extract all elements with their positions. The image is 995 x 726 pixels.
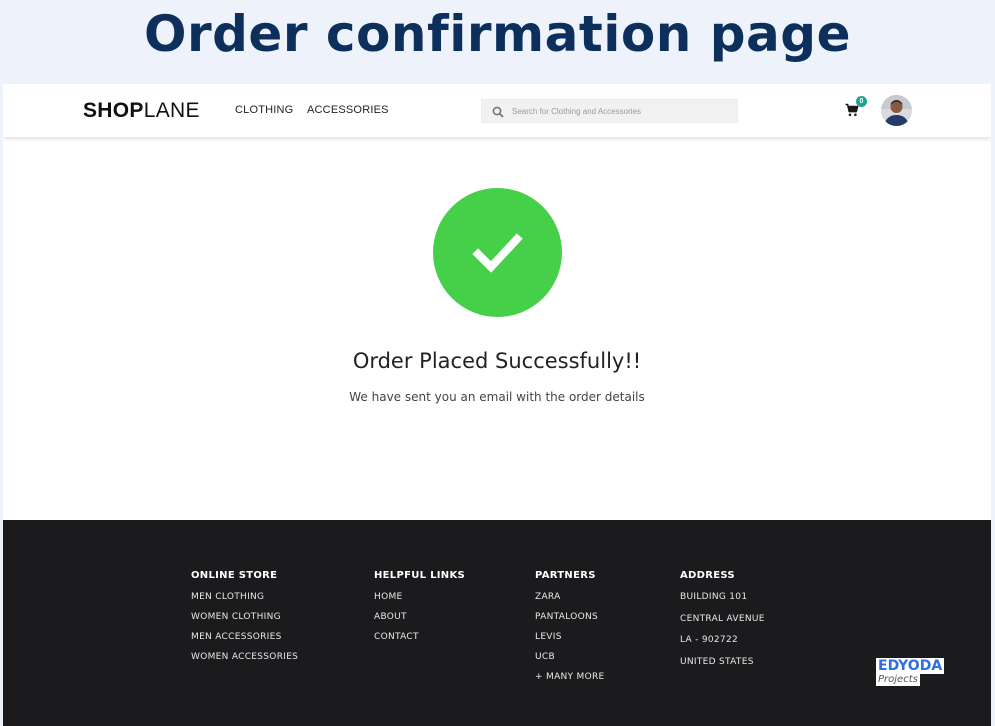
footer-heading: HELPFUL LINKS [374,570,466,581]
top-navbar: SHOPLANE CLOTHING ACCESSORIES 0 [3,84,991,137]
footer-link-contact[interactable]: CONTACT [374,632,465,652]
footer-link-many-more[interactable]: + MANY MORE [535,672,605,692]
address-line: UNITED STATES [680,656,754,667]
success-check-circle [433,188,562,317]
footer-link-pantaloons[interactable]: PANTALOONS [535,612,605,632]
user-avatar[interactable] [881,95,912,126]
footer-link-men-clothing[interactable]: MEN CLOTHING [191,592,298,612]
footer-link-women-clothing[interactable]: WOMEN CLOTHING [191,612,298,632]
footer-heading: ADDRESS [680,570,735,581]
footer-link-men-accessories[interactable]: MEN ACCESSORIES [191,632,298,652]
footer-column-online-store: ONLINE STORE MEN CLOTHING WOMEN CLOTHING… [191,570,298,672]
site-footer: ONLINE STORE MEN CLOTHING WOMEN CLOTHING… [3,520,991,726]
footer-link-about[interactable]: ABOUT [374,612,465,632]
footer-heading: PARTNERS [535,570,596,581]
edyoda-watermark: EDYODA Projects [876,658,945,686]
footer-link-zara[interactable]: ZARA [535,592,605,612]
address-line: CENTRAL AVENUE [680,613,765,624]
footer-column-address: ADDRESS BUILDING 101 CENTRAL AVENUE LA -… [680,570,765,678]
search-bar[interactable] [481,99,738,123]
watermark-caption: Projects [876,674,920,686]
nav-link-accessories[interactable]: ACCESSORIES [307,104,389,116]
search-input[interactable] [512,103,727,119]
address-line: LA - 902722 [680,635,739,645]
watermark-brand: EDYODA [876,658,945,674]
footer-column-partners: PARTNERS ZARA PANTALOONS LEVIS UCB + MAN… [535,570,605,692]
success-subtitle: We have sent you an email with the order… [349,390,645,404]
shoplane-logo[interactable]: SHOPLANE [83,99,200,123]
logo-light-text: LANE [143,99,200,122]
page-title: Order confirmation page [143,5,852,63]
checkmark-icon [472,233,523,273]
footer-link-women-accessories[interactable]: WOMEN ACCESSORIES [191,652,298,672]
footer-link-levis[interactable]: LEVIS [535,632,605,652]
browser-frame: SHOPLANE CLOTHING ACCESSORIES 0 [3,84,991,726]
nav-link-clothing[interactable]: CLOTHING [235,104,293,116]
search-icon [492,105,504,123]
footer-link-ucb[interactable]: UCB [535,652,605,672]
address-line: BUILDING 101 [680,592,748,602]
footer-heading: ONLINE STORE [191,570,278,581]
cart-count-badge: 0 [856,96,867,107]
footer-column-helpful-links: HELPFUL LINKS HOME ABOUT CONTACT [374,570,465,652]
success-title: Order Placed Successfully!! [352,349,642,373]
logo-bold-text: SHOP [83,99,144,122]
footer-link-home[interactable]: HOME [374,592,465,612]
